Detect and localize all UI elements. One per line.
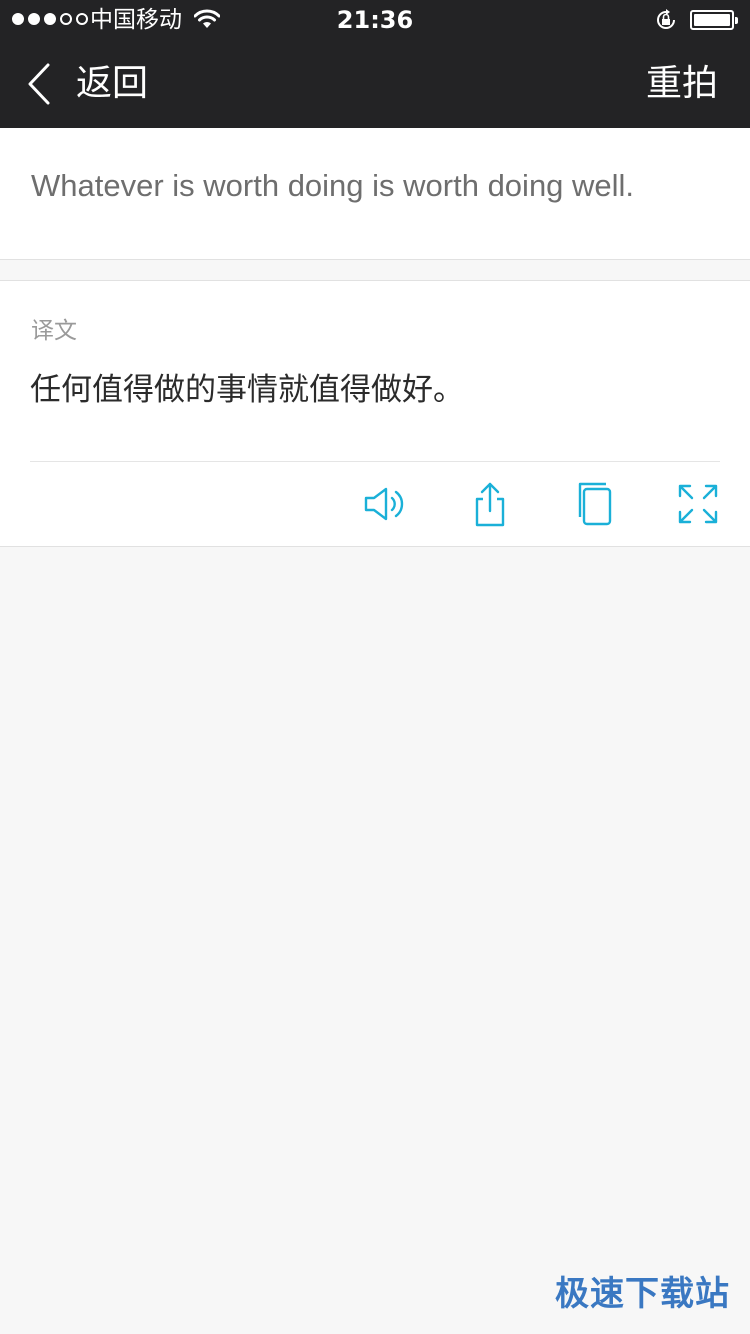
copy-button[interactable] xyxy=(568,480,620,528)
share-icon xyxy=(475,482,505,527)
translation-label: 译文 xyxy=(31,318,77,344)
back-label: 返回 xyxy=(76,63,149,104)
copy-icon xyxy=(578,482,612,526)
status-bar: 中国移动 21:36 xyxy=(0,0,750,40)
battery-icon xyxy=(690,10,738,30)
chevron-left-icon xyxy=(28,63,50,105)
fullscreen-button[interactable] xyxy=(672,480,724,528)
translation-text[interactable]: 任何值得做的事情就值得做好。 xyxy=(30,369,464,411)
back-button[interactable]: 返回 xyxy=(22,52,182,116)
fullscreen-icon xyxy=(678,484,718,524)
watermark: 极速下载站 xyxy=(555,1274,730,1314)
navigation-bar: 返回 重拍 xyxy=(0,40,750,128)
speaker-icon xyxy=(364,487,404,521)
share-button[interactable] xyxy=(464,480,516,528)
source-text-card: Whatever is worth doing is worth doing w… xyxy=(0,128,750,260)
retake-button[interactable]: 重拍 xyxy=(646,62,718,106)
status-time: 21:36 xyxy=(336,6,414,34)
speaker-button[interactable] xyxy=(360,480,412,528)
rotation-lock-icon xyxy=(657,9,675,29)
source-text[interactable]: Whatever is worth doing is worth doing w… xyxy=(31,166,634,206)
translation-actions xyxy=(0,462,750,547)
translation-card: 译文 任何值得做的事情就值得做好。 xyxy=(0,280,750,547)
